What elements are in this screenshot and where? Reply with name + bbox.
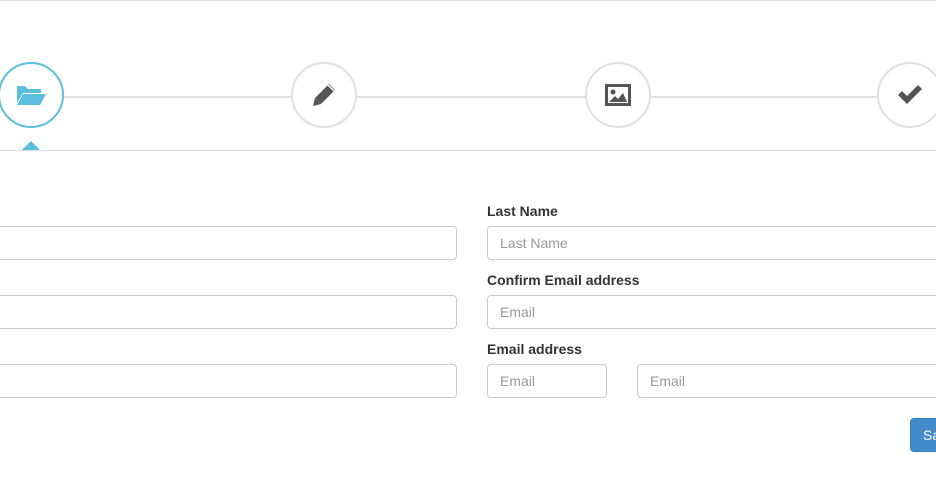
confirm-email-label: Confirm Email address	[487, 272, 640, 288]
email-address-input-left[interactable]	[487, 364, 607, 398]
email-address-input-right[interactable]	[637, 364, 936, 398]
wizard-step-1[interactable]	[0, 62, 64, 128]
wizard-step-3[interactable]	[585, 62, 651, 128]
left-input-3[interactable]	[0, 364, 457, 398]
wizard-steps	[0, 0, 936, 151]
wizard-connector-line	[0, 96, 936, 98]
folder-open-icon	[15, 83, 47, 107]
save-button[interactable]: Save	[910, 418, 936, 452]
email-address-label: Email address	[487, 341, 582, 357]
left-input-1[interactable]	[0, 226, 457, 260]
picture-icon	[604, 83, 632, 107]
wizard-step-2[interactable]	[291, 62, 357, 128]
wizard-step-4[interactable]	[877, 62, 936, 128]
confirm-email-input[interactable]	[487, 295, 936, 329]
last-name-input[interactable]	[487, 226, 936, 260]
checkmark-icon	[896, 83, 924, 107]
active-step-indicator	[22, 141, 40, 150]
wizard-divider	[0, 150, 936, 151]
pencil-icon	[310, 81, 338, 109]
last-name-label: Last Name	[487, 203, 558, 219]
left-input-2[interactable]	[0, 295, 457, 329]
